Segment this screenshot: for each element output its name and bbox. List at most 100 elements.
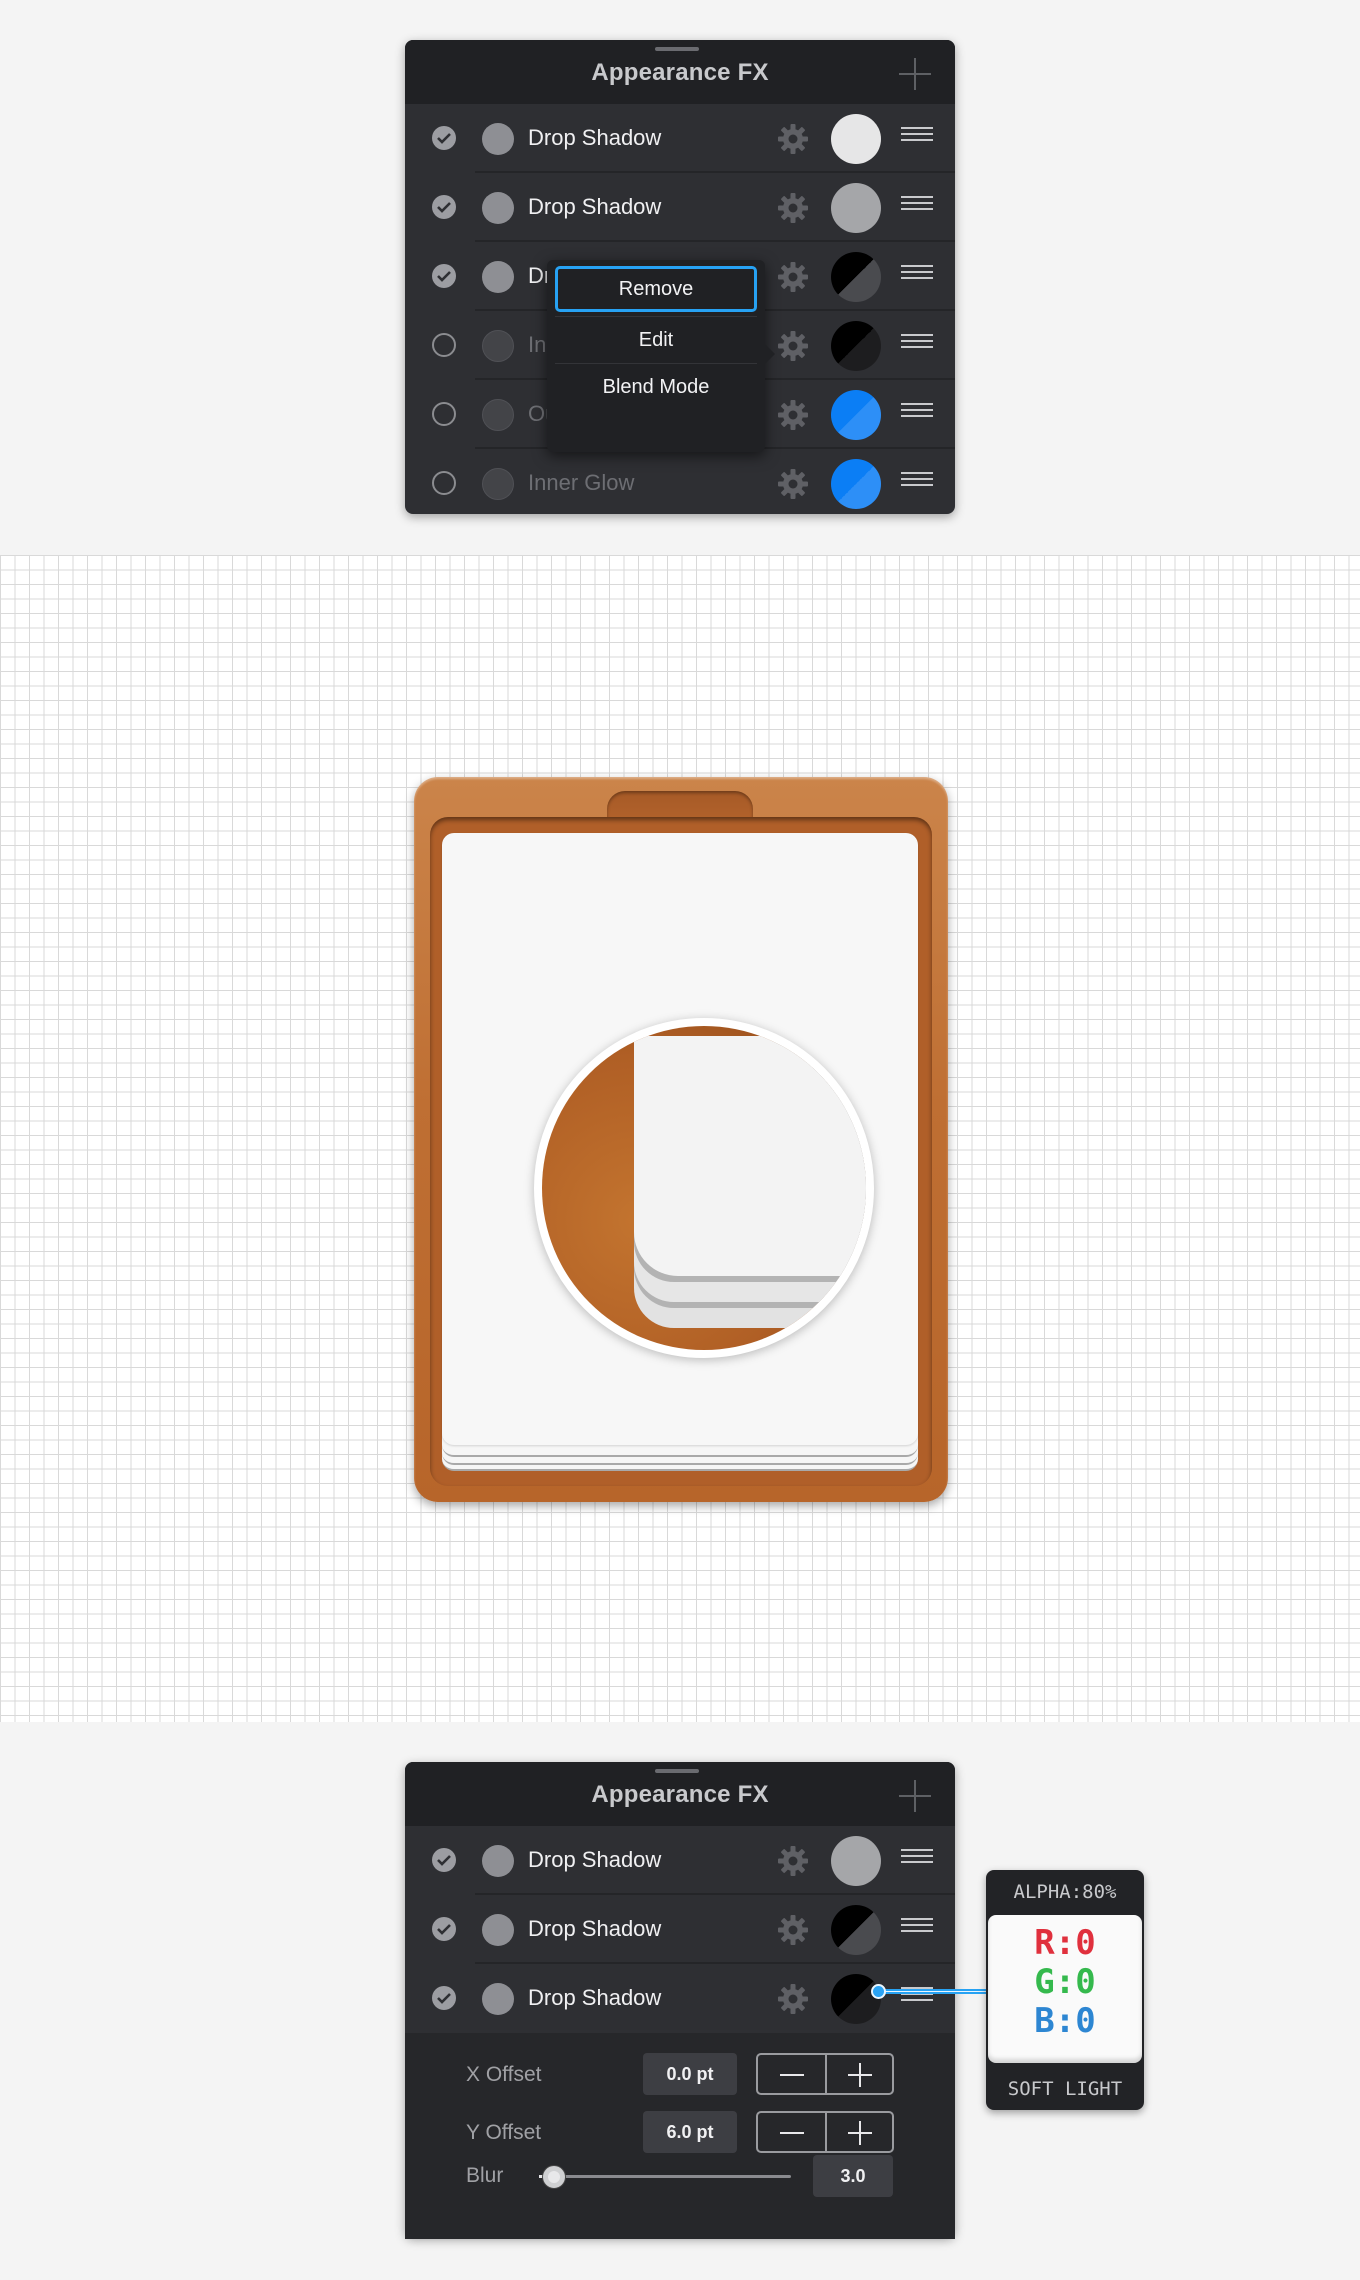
artboard-canvas[interactable] [0,555,1360,1722]
enable-checkbox[interactable] [432,126,456,150]
blur-slider-knob[interactable] [543,2166,565,2188]
drag-handle-icon[interactable] [901,1918,933,1940]
visibility-dot[interactable] [482,1914,514,1946]
green-value: G:0 [1034,1962,1096,2002]
plus-icon[interactable] [848,2063,872,2087]
drag-handle-icon[interactable] [901,403,933,425]
minus-icon[interactable] [780,2074,804,2076]
appearance-fx-panel-top: Appearance FX Drop Shadow Drop Shadow Dr [405,40,955,514]
panel-title: Appearance FX [591,59,769,86]
visibility-dot[interactable] [482,330,514,362]
check-icon [437,271,451,282]
gear-icon[interactable] [776,260,810,294]
fx-row-label: Drop Shadow [528,1916,662,1941]
fx-row[interactable]: Inner Glow [405,449,955,518]
gear-icon[interactable] [776,467,810,501]
drag-handle-icon[interactable] [901,1849,933,1871]
color-swatch[interactable] [831,1905,881,1955]
add-effect-button[interactable] [899,58,931,90]
zoom-paper-layers [634,1036,866,1328]
panel-title: Appearance FX [591,1781,769,1808]
fx-row-selected[interactable]: Drop Shadow [405,1964,955,2033]
connector-anchor [871,1984,886,1999]
color-swatch[interactable] [831,459,881,509]
y-offset-field[interactable]: 6.0 pt [643,2111,737,2153]
add-effect-button[interactable] [899,1780,931,1812]
visibility-dot[interactable] [482,1845,514,1877]
paper-stack [442,833,918,1473]
blue-value: B:0 [1034,2001,1096,2041]
check-icon [437,1855,451,1866]
gear-icon[interactable] [776,1844,810,1878]
panel-grip[interactable] [655,1769,699,1773]
minus-icon[interactable] [780,2132,804,2134]
panel-header: Appearance FX [405,1762,955,1826]
panel-grip[interactable] [655,47,699,51]
menu-item-blend-mode[interactable]: Blend Mode [555,363,757,409]
blur-slider[interactable] [539,2166,791,2188]
menu-item-edit[interactable]: Edit [555,316,757,362]
check-icon [437,202,451,213]
enable-checkbox[interactable] [432,264,456,288]
fx-row-label: Drop Shadow [528,125,662,150]
panel-header: Appearance FX [405,40,955,104]
check-icon [437,1993,451,2004]
x-offset-label: X Offset [466,2063,542,2086]
fx-row-label: Inner Glow [528,470,635,495]
fx-row[interactable]: Drop Shadow [405,104,955,173]
plus-icon[interactable] [848,2121,872,2145]
gear-icon[interactable] [776,329,810,363]
x-offset-field[interactable]: 0.0 pt [643,2053,737,2095]
drag-handle-icon[interactable] [901,127,933,149]
zoom-magnifier [534,1018,874,1358]
visibility-dot[interactable] [482,192,514,224]
blur-value-field[interactable]: 3.0 [813,2155,893,2197]
visibility-dot[interactable] [482,1983,514,2015]
enable-checkbox[interactable] [432,195,456,219]
fx-row[interactable]: Drop Shadow [405,1826,955,1895]
fx-row-label: Drop Shadow [528,1985,662,2010]
blend-mode-readout: SOFT LIGHT [1007,2078,1123,2100]
drag-handle-icon[interactable] [901,334,933,356]
visibility-dot[interactable] [482,399,514,431]
enable-checkbox[interactable] [432,402,456,426]
color-swatch[interactable] [831,1974,881,2024]
alpha-readout: ALPHA:80% [1013,1881,1117,1903]
appearance-fx-panel-bottom: Appearance FX Drop Shadow Drop Shadow Dr… [405,1762,955,2239]
drag-handle-icon[interactable] [901,265,933,287]
check-icon [437,133,451,144]
rgb-card: R:0 G:0 B:0 [988,1915,1142,2063]
color-swatch[interactable] [831,183,881,233]
enable-checkbox[interactable] [432,471,456,495]
color-swatch[interactable] [831,390,881,440]
drag-handle-icon[interactable] [901,472,933,494]
fx-row[interactable]: Drop Shadow [405,173,955,242]
enable-checkbox[interactable] [432,333,456,357]
x-offset-stepper [756,2053,894,2095]
gear-icon[interactable] [776,1982,810,2016]
enable-checkbox[interactable] [432,1986,456,2010]
gear-icon[interactable] [776,398,810,432]
color-info-tooltip: ALPHA:80% R:0 G:0 B:0 SOFT LIGHT [986,1870,1144,2110]
y-offset-stepper [756,2111,894,2153]
visibility-dot[interactable] [482,468,514,500]
color-swatch[interactable] [831,114,881,164]
visibility-dot[interactable] [482,261,514,293]
swatch-connector [878,1989,986,1994]
red-value: R:0 [1034,1923,1096,1963]
visibility-dot[interactable] [482,123,514,155]
blur-label: Blur [466,2164,504,2187]
clipboard-artwork[interactable] [414,777,948,1502]
gear-icon[interactable] [776,191,810,225]
enable-checkbox[interactable] [432,1848,456,1872]
fx-row[interactable]: Drop Shadow [405,1895,955,1964]
gear-icon[interactable] [776,122,810,156]
menu-item-remove[interactable]: Remove [555,266,757,312]
drag-handle-icon[interactable] [901,196,933,218]
fx-row-label: Drop Shadow [528,1847,662,1872]
color-swatch[interactable] [831,321,881,371]
gear-icon[interactable] [776,1913,810,1947]
enable-checkbox[interactable] [432,1917,456,1941]
color-swatch[interactable] [831,252,881,302]
color-swatch[interactable] [831,1836,881,1886]
